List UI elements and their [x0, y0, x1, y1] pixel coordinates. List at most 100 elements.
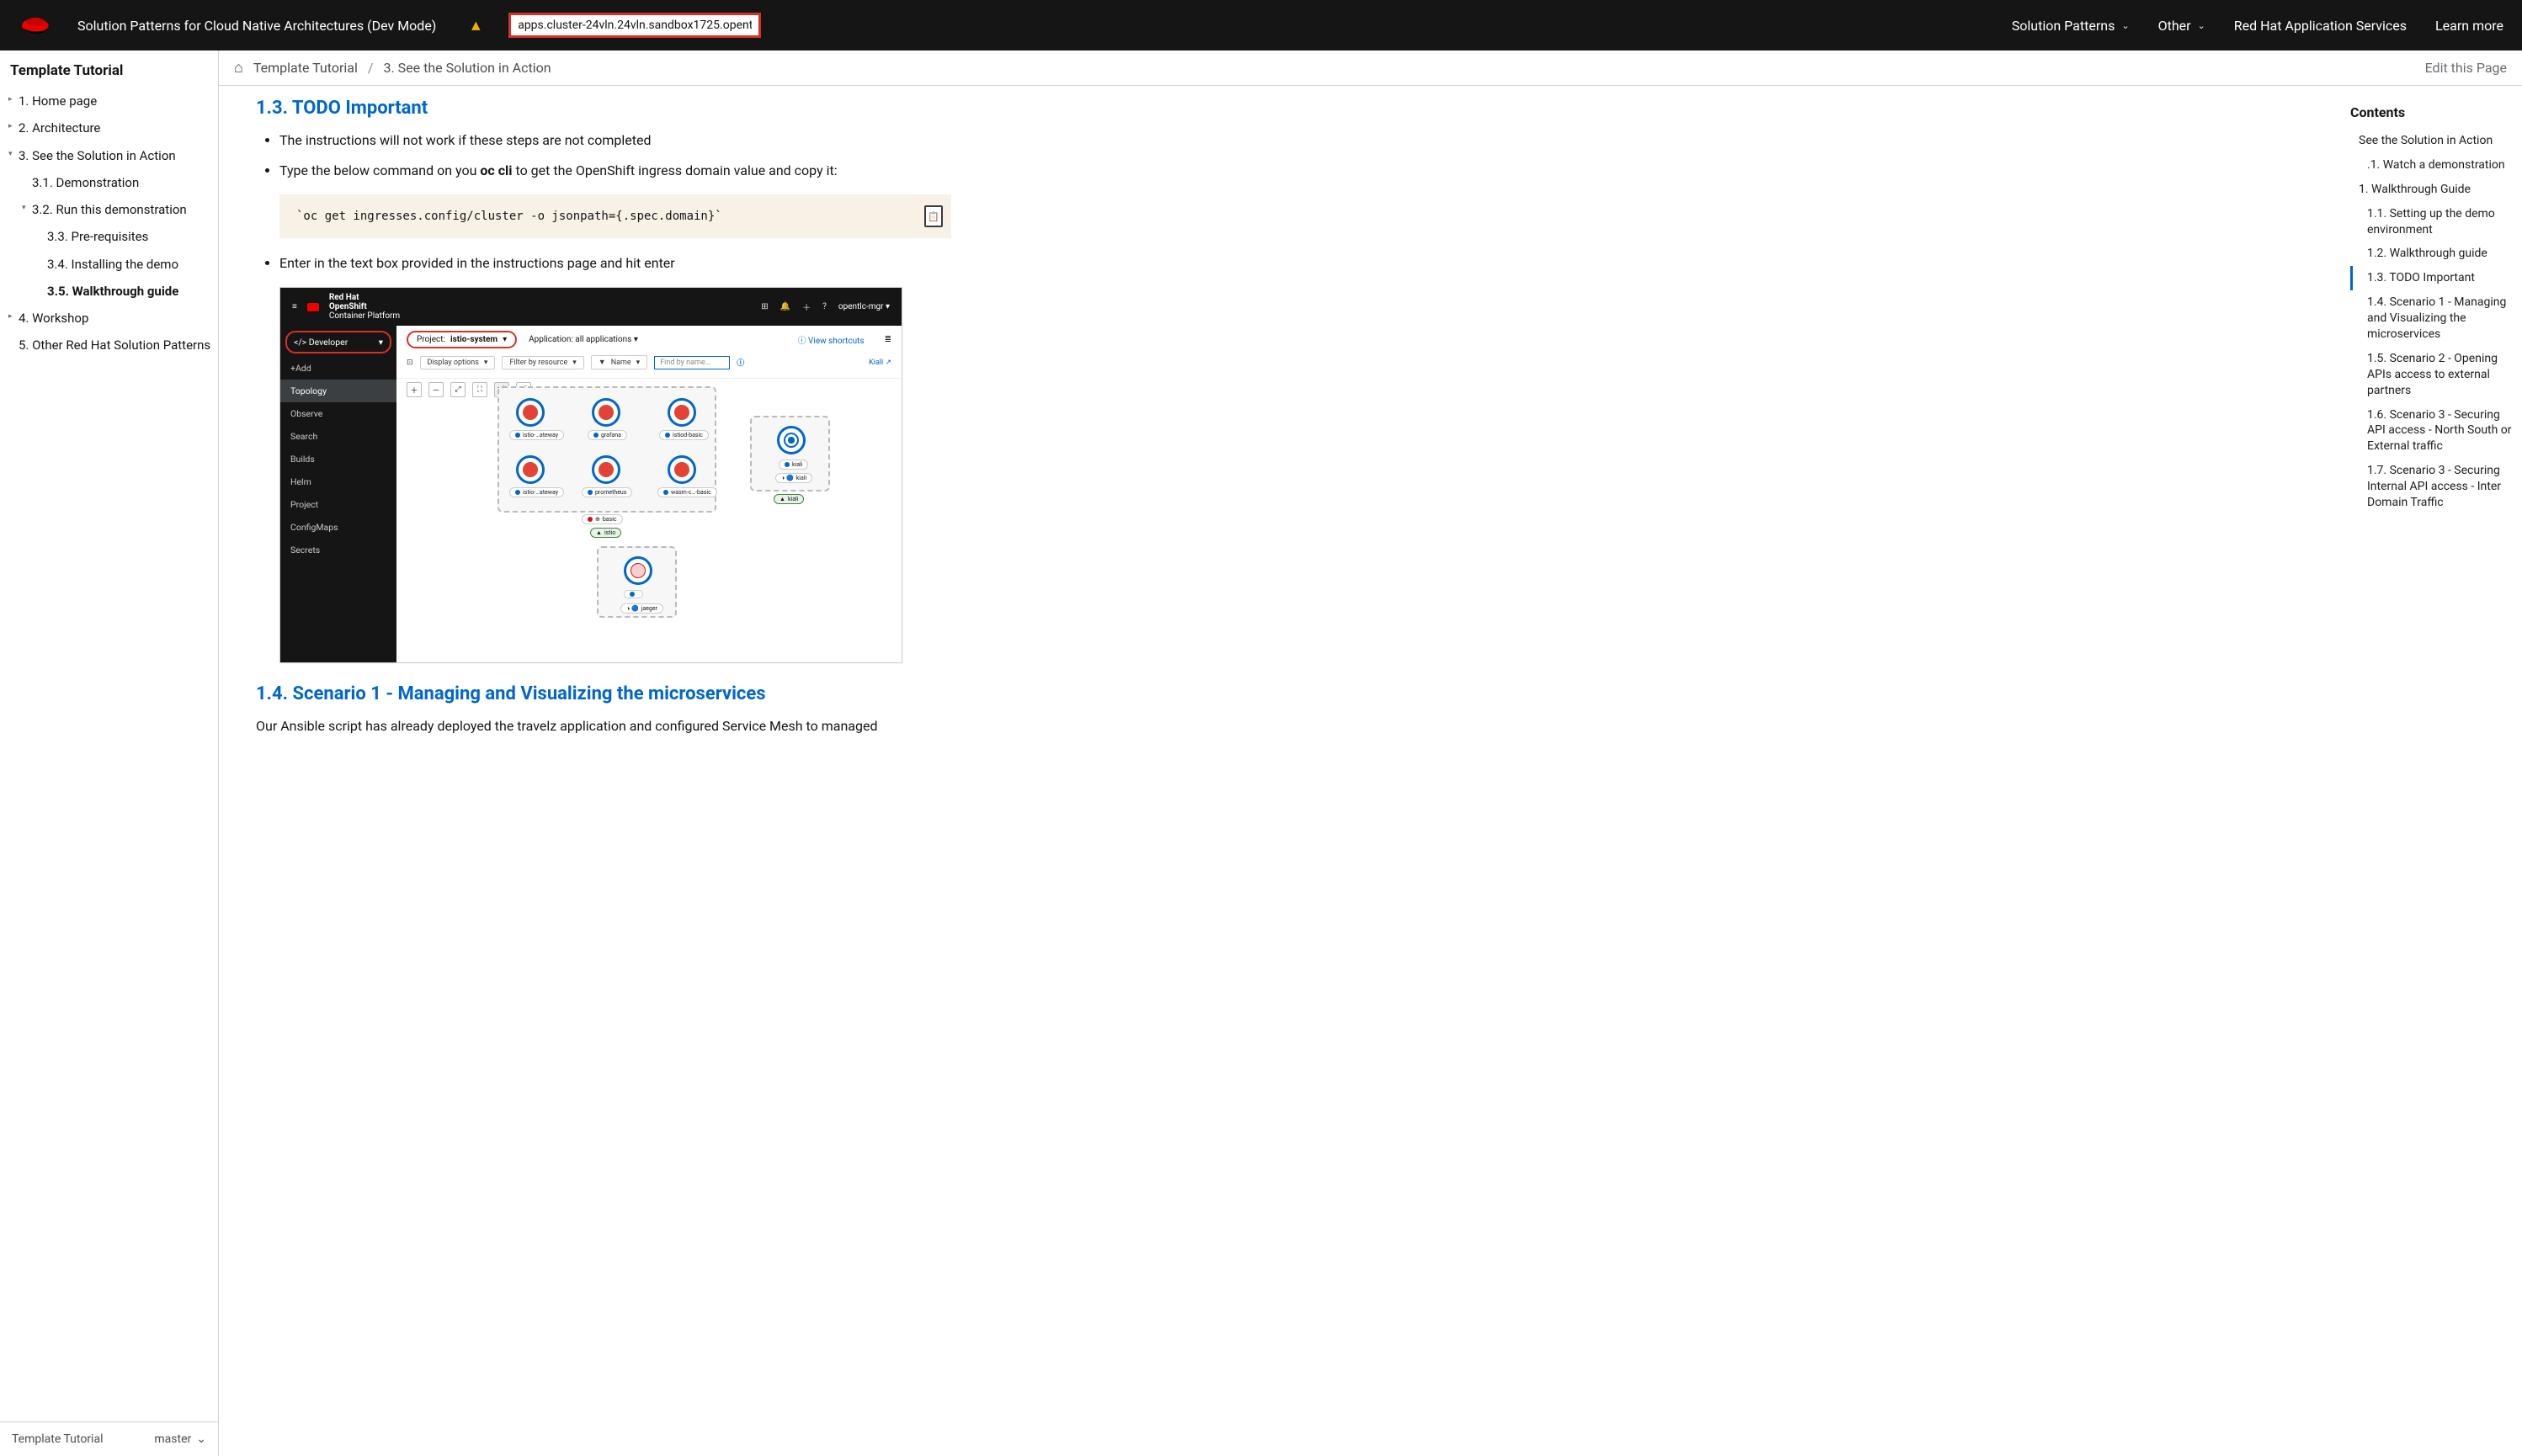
text: OpenShift [329, 302, 367, 311]
toc-link[interactable]: 1.2. Walkthrough guide [2350, 242, 2514, 266]
nav-app-services[interactable]: Red Hat Application Services [2234, 18, 2407, 34]
branch-selector[interactable]: master⌄ [154, 1432, 206, 1446]
edit-page-link[interactable]: Edit this Page [2425, 60, 2507, 76]
node-label: kiali [779, 460, 808, 470]
sidebar-nav-tree: ▸1. Home page ▸2. Architecture ▾3. See t… [0, 88, 218, 1421]
node-label [624, 590, 643, 598]
nav-solution-patterns[interactable]: Solution Patterns⌄ [2012, 18, 2130, 34]
sidebar-item[interactable]: ▸ 4. Workshop [3, 305, 215, 332]
sidebar-item[interactable]: ▾ 3. See the Solution in Action [3, 142, 215, 169]
node-label: ◑ 🔵 kiali [775, 473, 812, 483]
project-selector: Project: istio-system ▾ [407, 331, 517, 348]
deployment-node [668, 398, 696, 427]
deployment-node [516, 398, 545, 427]
info-icon: ⓘ [737, 357, 744, 368]
text: opentlc-mgr [838, 302, 884, 311]
console-nav-item: Observe [280, 402, 396, 425]
deployment-node [516, 455, 545, 484]
text: prometheus [595, 489, 626, 496]
toc-link[interactable]: 1.1. Setting up the demo environment [2350, 202, 2514, 242]
text: kiali [796, 475, 806, 481]
expand-icon: ⛶ [472, 382, 487, 397]
sidebar-item-label: 3. See the Solution in Action [19, 148, 176, 163]
sidebar-item[interactable]: ▸2. Architecture [3, 114, 215, 141]
sidebar-item[interactable]: ▾3.2. Run this demonstration [3, 196, 215, 223]
home-icon[interactable]: ⌂ [234, 59, 243, 77]
breadcrumb-item: 3. See the Solution in Action [383, 60, 551, 76]
sidebar-item-label: 5. Other Red Hat Solution Patterns [19, 337, 210, 353]
bold-text: oc cli [480, 162, 512, 178]
toc-link[interactable]: 1. Walkthrough Guide [2350, 178, 2514, 202]
group-label: ▲ istio [590, 528, 621, 538]
console-topbar: ≡ Red Hat OpenShift Container Platform ⊞… [280, 288, 902, 326]
node-label: grafana [588, 430, 627, 440]
chevron-down-icon: ⌄ [196, 1432, 206, 1446]
sidebar-item[interactable]: 5. Other Red Hat Solution Patterns [3, 332, 215, 359]
text: Filter by resource [509, 359, 567, 367]
toc-link[interactable]: .1. Watch a demonstration [2350, 153, 2514, 178]
fit-icon: ⤢ [450, 382, 466, 397]
node-label: istiod-basic [659, 430, 709, 440]
topology-group: ◑ 🔵 jaeger [597, 546, 677, 618]
toc-link[interactable]: 1.7. Scenario 3 - Securing Internal API … [2350, 459, 2514, 515]
breadcrumb-item[interactable]: Template Tutorial [253, 60, 358, 76]
nav-learn-more[interactable]: Learn more [2435, 18, 2503, 34]
text: all applications [575, 335, 631, 344]
sidebar-item[interactable]: 3.4. Installing the demo [3, 251, 215, 278]
text: kiali [792, 461, 802, 468]
sidebar-item-active[interactable]: 3.5. Walkthrough guide [3, 278, 215, 305]
list-item: Type the below command on you oc cli to … [279, 161, 951, 181]
caret-down-icon: ▾ [8, 149, 13, 159]
text: Project: [417, 335, 445, 344]
list-item: Enter in the text box provided in the in… [279, 253, 951, 274]
toc-link[interactable]: 1.6. Scenario 3 - Securing API access - … [2350, 403, 2514, 460]
sidebar-item-label: 4. Workshop [19, 311, 88, 326]
console-nav-item: Project [280, 493, 396, 516]
sidebar-footer: Template Tutorial master⌄ [0, 1421, 218, 1456]
sidebar-item[interactable]: ▸1. Home page [3, 88, 215, 114]
console-nav-item: +Add [280, 357, 396, 380]
console-nav-item: Helm [280, 470, 396, 493]
topology-group: istio-…ateway grafana istiod-basic istio… [497, 386, 716, 513]
node-label: istio-…ateway [509, 430, 564, 440]
node-label: istio-…ateway [509, 487, 564, 497]
text: to get the OpenShift ingress domain valu… [513, 162, 838, 178]
footer-component-label: Template Tutorial [12, 1432, 103, 1446]
toc-link-active[interactable]: 1.3. TODO Important [2350, 266, 2514, 290]
sidebar-title: Template Tutorial [0, 50, 218, 88]
article-content: 1.3. TODO Important The instructions wil… [219, 86, 976, 1456]
text: wasm-c…-basic [671, 489, 711, 496]
cluster-url-input[interactable] [508, 13, 761, 38]
text: grafana [601, 432, 621, 438]
text: istio-…ateway [523, 489, 558, 496]
deployment-node [777, 426, 806, 454]
text: Name [611, 359, 631, 367]
sidebar-item-label: 2. Architecture [19, 120, 100, 136]
code-text: `oc get ingresses.config/cluster -o json… [296, 210, 722, 223]
copy-icon[interactable]: 📋 [924, 205, 943, 227]
toc-link[interactable]: 1.4. Scenario 1 - Managing and Visualizi… [2350, 290, 2514, 347]
topology-canvas: Project: istio-system ▾ Application: all… [396, 326, 902, 662]
context-bar: Project: istio-system ▾ Application: all… [396, 326, 902, 352]
breadcrumb-bar: ⌂ Template Tutorial / 3. See the Solutio… [219, 50, 2522, 86]
text: jaeger [641, 605, 657, 612]
sidebar-item[interactable]: 3.3. Pre-requisites [3, 223, 215, 250]
text: istio [604, 529, 615, 536]
filter-bar: ⊡ Display options ▾ Filter by resource ▾… [396, 352, 902, 378]
caret-down-icon: ▾ [22, 203, 26, 213]
nav-other[interactable]: Other⌄ [2158, 18, 2205, 34]
breadcrumb-separator: / [368, 60, 374, 76]
section-heading-1-4: 1.4. Scenario 1 - Managing and Visualizi… [256, 683, 951, 704]
console-sidebar: </> Developer▾ +Add Topology Observe Sea… [280, 326, 396, 662]
sidebar-item-label: 3.4. Installing the demo [47, 257, 178, 272]
text: Type the below command on you [279, 162, 480, 178]
kiali-link: Kiali ↗ [869, 359, 891, 367]
deployment-node [668, 455, 696, 484]
toc-link[interactable]: 1.5. Scenario 2 - Opening APIs access to… [2350, 347, 2514, 403]
group-label: ▲ kiali [774, 494, 804, 504]
sidebar-item-label: 3.3. Pre-requisites [47, 229, 148, 244]
caret-right-icon: ▸ [8, 311, 13, 321]
sidebar-item[interactable]: 3.1. Demonstration [3, 169, 215, 196]
deployment-node [624, 556, 652, 585]
toc-link[interactable]: See the Solution in Action [2350, 129, 2514, 153]
